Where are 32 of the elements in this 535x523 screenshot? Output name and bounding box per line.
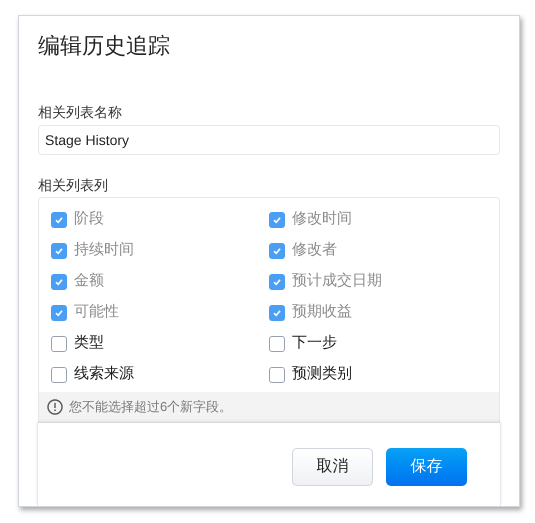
checkbox-label: 修改时间 xyxy=(292,209,352,230)
checkbox-label: 预计成交日期 xyxy=(292,271,382,292)
checkbox[interactable] xyxy=(269,366,285,382)
checkbox[interactable] xyxy=(269,336,285,352)
checkmark-icon xyxy=(54,276,64,286)
save-button[interactable]: 保存 xyxy=(386,448,467,486)
field-label: 相关列表名称 xyxy=(38,103,122,122)
checkbox-label: 阶段 xyxy=(74,209,104,230)
checkbox-label: 持续时间 xyxy=(74,240,134,260)
checkmark-icon xyxy=(272,214,282,224)
warning-icon xyxy=(47,399,63,415)
checkbox-label: 预期收益 xyxy=(292,302,352,322)
checkmark-icon xyxy=(272,246,282,256)
field-label: 相关列表列 xyxy=(38,176,108,195)
checkbox-label: 预测类别 xyxy=(292,364,352,384)
name-field[interactable]: Stage History xyxy=(38,125,500,155)
cancel-button[interactable]: 取消 xyxy=(292,448,373,486)
checkbox-label: 下一步 xyxy=(292,333,337,354)
checkbox-label: 修改者 xyxy=(292,240,337,260)
checkbox-label: 线索来源 xyxy=(74,364,134,384)
checkbox[interactable] xyxy=(51,366,67,382)
checkbox[interactable] xyxy=(51,336,67,352)
checkbox-label: 类型 xyxy=(74,333,104,354)
checkmark-icon xyxy=(272,308,282,318)
checkbox-label: 金额 xyxy=(74,271,104,292)
checkmark-icon xyxy=(54,308,64,318)
checkbox-label: 可能性 xyxy=(74,302,119,322)
checkmark-icon xyxy=(54,246,64,256)
checkmark-icon xyxy=(272,276,282,286)
checkmark-icon xyxy=(54,214,64,224)
notice-text: 您不能选择超过6个新字段。 xyxy=(69,398,232,416)
dialog-title: 编辑历史追踪 xyxy=(38,32,170,60)
